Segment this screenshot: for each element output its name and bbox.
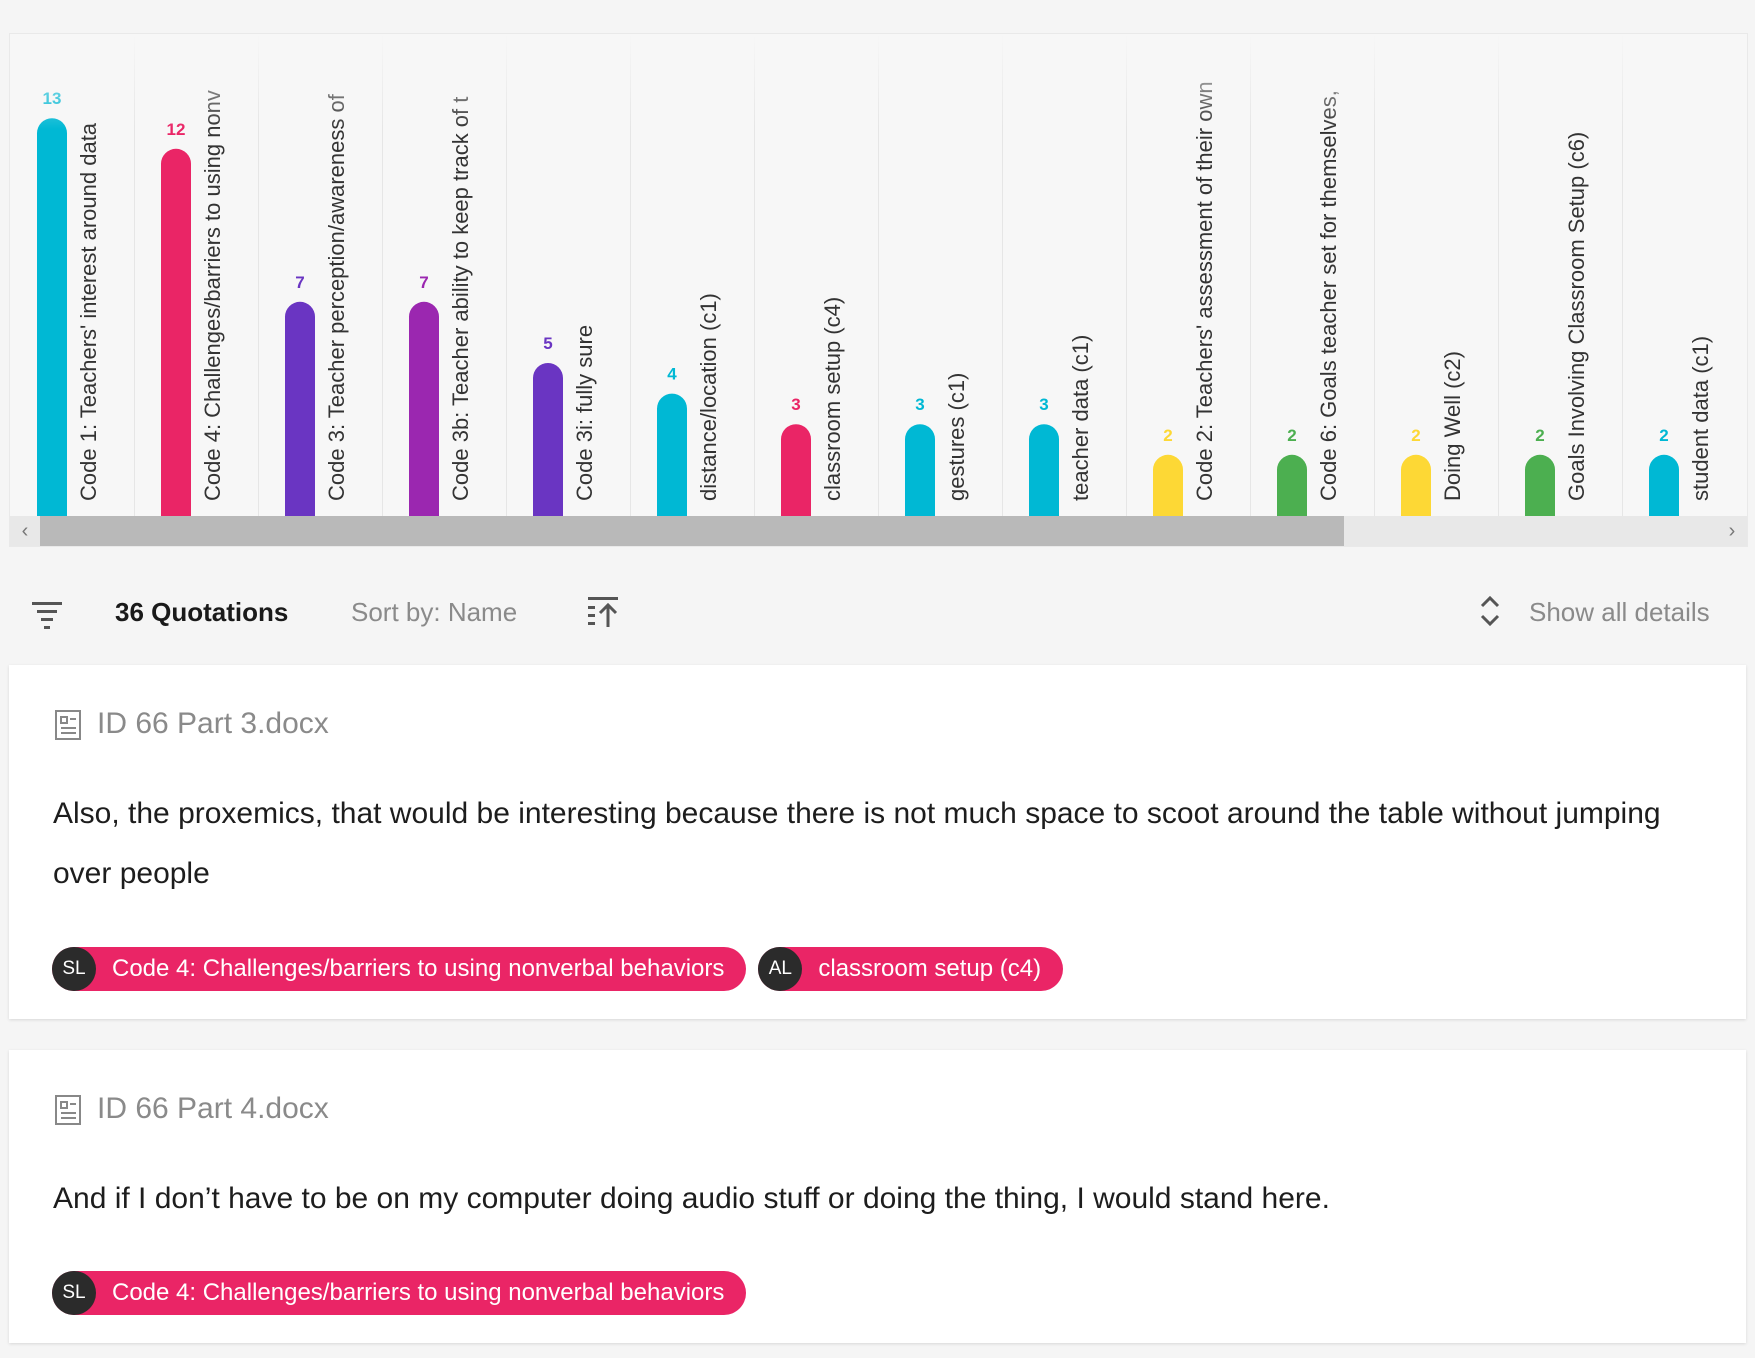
document-name[interactable]: ID 66 Part 4.docx — [97, 1092, 329, 1126]
category-label: Doing Well (c2) — [1440, 351, 1465, 501]
category-label: Code 3: Teacher perception/awareness of — [324, 93, 349, 501]
code-chip[interactable]: AL classroom setup (c4) — [758, 947, 1064, 991]
bar-count-label: 7 — [419, 273, 428, 292]
bar[interactable] — [409, 301, 439, 516]
bar[interactable] — [657, 393, 687, 516]
scroll-right-arrow-icon[interactable]: › — [1717, 516, 1747, 546]
document-name[interactable]: ID 66 Part 3.docx — [97, 707, 329, 741]
category-label: distance/location (c1) — [696, 293, 721, 501]
bar-count-label: 3 — [915, 395, 924, 414]
bar[interactable] — [1525, 454, 1555, 516]
quotation-card[interactable]: ID 66 Part 4.docx And if I don’t have to… — [9, 1050, 1746, 1343]
quotation-count: 36 Quotations — [115, 597, 289, 627]
code-chips: SL Code 4: Challenges/barriers to using … — [52, 947, 1075, 991]
bar-count-label: 5 — [543, 334, 552, 353]
category-label: Code 2: Teachers' assessment of their ow… — [1192, 81, 1217, 501]
bar[interactable] — [1153, 454, 1183, 516]
scrollbar-thumb[interactable] — [40, 516, 1344, 546]
category-label: gestures (c1) — [944, 373, 969, 501]
avatar: SL — [52, 1271, 96, 1315]
bar-count-label: 2 — [1163, 426, 1172, 445]
category-label: Code 3i: fully sure — [572, 325, 597, 501]
quotation-text: Also, the proxemics, that would be inter… — [53, 797, 1661, 890]
category-label: Code 3b: Teacher ability to keep track o… — [448, 97, 473, 501]
filter-icon[interactable] — [30, 597, 64, 631]
bar[interactable] — [37, 118, 67, 516]
bar[interactable] — [533, 363, 563, 516]
category-label: classroom setup (c4) — [820, 297, 845, 501]
bar-count-label: 2 — [1411, 426, 1420, 445]
bar-count-label: 2 — [1659, 426, 1668, 445]
code-chip-label: classroom setup (c4) — [818, 955, 1042, 982]
document-icon — [55, 1095, 81, 1125]
bar-count-label: 3 — [791, 395, 800, 414]
category-label: teacher data (c1) — [1068, 335, 1093, 501]
bar[interactable] — [1277, 454, 1307, 516]
bar-count-label: 3 — [1039, 395, 1048, 414]
code-chip-label: Code 4: Challenges/barriers to using non… — [112, 1279, 725, 1306]
bar-count-label: 2 — [1535, 426, 1544, 445]
bar[interactable] — [1649, 454, 1679, 516]
bar[interactable] — [1401, 454, 1431, 516]
show-all-details-button[interactable]: Show all details — [1529, 597, 1710, 628]
category-label: Code 1: Teachers' interest around data — [76, 122, 101, 501]
quotation-card[interactable]: ID 66 Part 3.docx Also, the proxemics, t… — [9, 665, 1746, 1019]
scroll-left-arrow-icon[interactable]: ‹ — [10, 516, 40, 546]
code-chips: SL Code 4: Challenges/barriers to using … — [52, 1271, 758, 1315]
sort-by-dropdown[interactable]: Sort by: Name — [351, 597, 517, 628]
code-frequency-chart-panel: 13Code 1: Teachers' interest around data… — [9, 33, 1748, 547]
avatar: AL — [758, 947, 803, 991]
document-icon — [55, 710, 81, 740]
code-chip-label: Code 4: Challenges/barriers to using non… — [112, 955, 725, 982]
category-label: Code 4: Challenges/barriers to using non… — [200, 90, 225, 501]
bar[interactable] — [161, 148, 191, 516]
code-frequency-chart: 13Code 1: Teachers' interest around data… — [10, 34, 1747, 516]
code-chip[interactable]: SL Code 4: Challenges/barriers to using … — [52, 947, 747, 991]
category-label: Code 6: Goals teacher set for themselves… — [1316, 90, 1341, 501]
bar-count-label: 7 — [295, 273, 304, 292]
bar[interactable] — [781, 424, 811, 516]
bar[interactable] — [1029, 424, 1059, 516]
quotation-toolbar: 36 Quotations Sort by: Name Show all det… — [0, 575, 1755, 655]
label-fade-overlay — [10, 34, 1747, 129]
quotation-text: And if I don’t have to be on my computer… — [53, 1182, 1330, 1215]
avatar: SL — [52, 947, 96, 991]
chart-horizontal-scrollbar[interactable]: ‹ › — [10, 516, 1747, 546]
sort-ascending-icon[interactable] — [586, 593, 622, 629]
bar[interactable] — [905, 424, 935, 516]
category-label: student data (c1) — [1688, 336, 1713, 501]
code-chip[interactable]: SL Code 4: Challenges/barriers to using … — [52, 1271, 747, 1315]
bar-count-label: 2 — [1287, 426, 1296, 445]
expand-collapse-icon[interactable] — [1477, 593, 1503, 629]
category-label: Goals Involving Classroom Setup (c6) — [1564, 132, 1589, 501]
bar[interactable] — [285, 301, 315, 516]
bar-count-label: 4 — [667, 365, 677, 384]
